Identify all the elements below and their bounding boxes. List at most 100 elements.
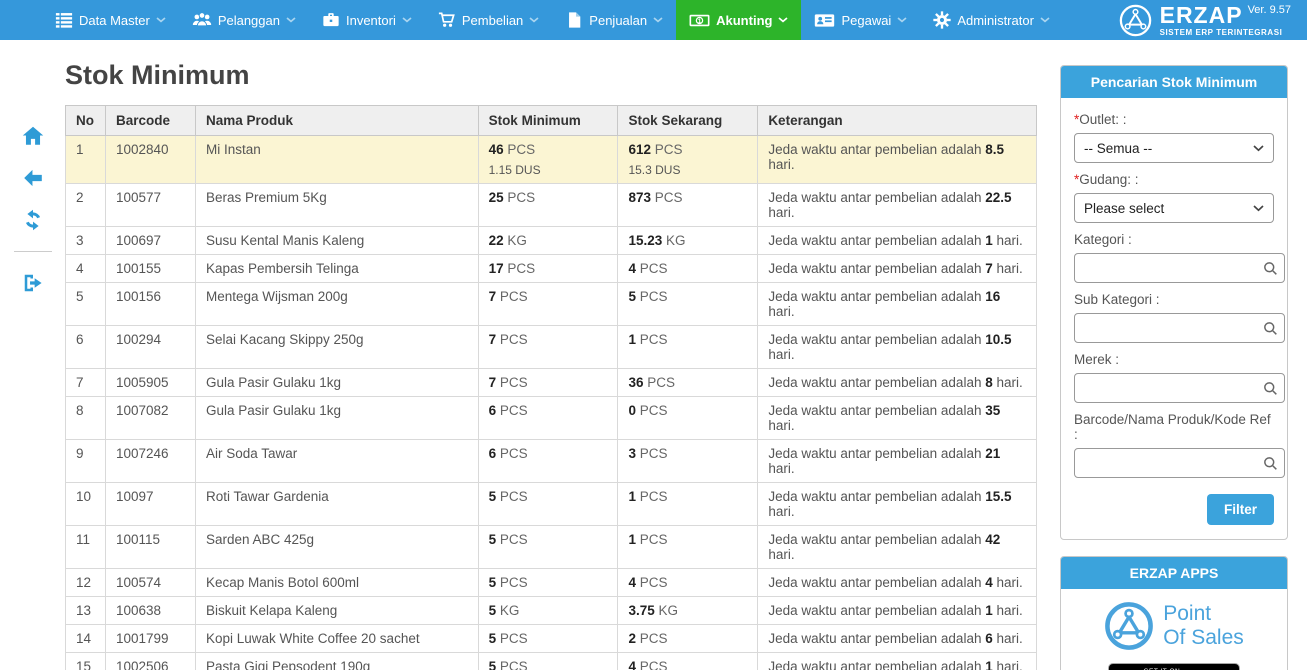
apps-panel-title: ERZAP APPS (1061, 557, 1287, 589)
search-panel: Pencarian Stok Minimum *Outlet: : -- Sem… (1060, 65, 1288, 540)
table-row[interactable]: 13 100638 Biskuit Kelapa Kaleng 5 KG 3.7… (66, 597, 1037, 625)
table-header-row: No Barcode Nama Produk Stok Minimum Stok… (66, 106, 1037, 136)
table-row[interactable]: 1 1002840 Mi Instan 46 PCS 1.15 DUS 612 … (66, 136, 1037, 184)
cell-no: 15 (66, 653, 106, 670)
navbar-item-administrator[interactable]: Administrator (920, 0, 1063, 40)
table-row[interactable]: 8 1007082 Gula Pasir Gulaku 1kg 6 PCS 0 … (66, 397, 1037, 440)
cell-no: 11 (66, 526, 106, 569)
table-row[interactable]: 7 1005905 Gula Pasir Gulaku 1kg 7 PCS 36… (66, 369, 1037, 397)
logout-icon[interactable] (22, 272, 44, 294)
svg-text:1: 1 (698, 17, 702, 24)
navbar-item-label: Akunting (716, 13, 772, 28)
navbar-item-pelanggan[interactable]: Pelanggan (179, 0, 309, 40)
table-row[interactable]: 14 1001799 Kopi Luwak White Coffee 20 sa… (66, 625, 1037, 653)
table-row[interactable]: 6 100294 Selai Kacang Skippy 250g 7 PCS … (66, 326, 1037, 369)
navbar-item-icon (192, 11, 212, 29)
cell-product-name: Mentega Wijsman 200g (195, 283, 478, 326)
table-row[interactable]: 5 100156 Mentega Wijsman 200g 7 PCS 5 PC… (66, 283, 1037, 326)
point-of-sales-logo[interactable]: Point Of Sales (1104, 601, 1244, 651)
cell-stok-minimum: 17 PCS (478, 255, 618, 283)
navbar-item-pembelian[interactable]: Pembelian (425, 0, 552, 40)
cell-stok-sekarang: 1 PCS (618, 526, 758, 569)
users-icon (192, 11, 212, 29)
cell-product-name: Biskuit Kelapa Kaleng (195, 597, 478, 625)
cell-stok-minimum: 25 PCS (478, 184, 618, 227)
merek-input[interactable] (1083, 380, 1263, 397)
chevron-down-icon (156, 17, 166, 23)
cell-keterangan: Jeda waktu antar pembelian adalah 6 hari… (758, 625, 1037, 653)
chevron-down-icon (1253, 205, 1264, 212)
navbar-item-label: Penjualan (589, 13, 647, 28)
table-row[interactable]: 10 10097 Roti Tawar Gardenia 5 PCS 1 PCS… (66, 483, 1037, 526)
header-no: No (66, 106, 106, 136)
chevron-down-icon (897, 17, 907, 23)
back-arrow-icon[interactable] (22, 167, 44, 189)
navbar-item-icon (565, 11, 583, 29)
navbar-item-label: Pembelian (462, 13, 523, 28)
search-icon (1263, 321, 1278, 336)
cell-keterangan: Jeda waktu antar pembelian adalah 16 har… (758, 283, 1037, 326)
navbar-item-akunting[interactable]: 1 Akunting (676, 0, 801, 40)
cell-barcode: 1001799 (105, 625, 195, 653)
navbar-item-inventori[interactable]: Inventori (309, 0, 425, 40)
cell-no: 5 (66, 283, 106, 326)
navbar-item-pegawai[interactable]: Pegawai (801, 0, 920, 40)
cell-product-name: Roti Tawar Gardenia (195, 483, 478, 526)
cell-stok-sekarang: 2 PCS (618, 625, 758, 653)
table-row[interactable]: 15 1002506 Pasta Gigi Pepsodent 190g 5 P… (66, 653, 1037, 670)
cell-keterangan: Jeda waktu antar pembelian adalah 35 har… (758, 397, 1037, 440)
erzap-logo[interactable]: ERZAP Ver. 9.57 SISTEM ERP TERINTEGRASI (1119, 0, 1307, 40)
cell-product-name: Gula Pasir Gulaku 1kg (195, 397, 478, 440)
chevron-down-icon (778, 17, 788, 23)
cell-stok-minimum: 46 PCS 1.15 DUS (478, 136, 618, 184)
google-play-badge[interactable]: GET IT ON Google Play (1108, 663, 1239, 670)
filter-button[interactable]: Filter (1207, 494, 1274, 525)
cell-keterangan: Jeda waktu antar pembelian adalah 42 har… (758, 526, 1037, 569)
cell-no: 3 (66, 227, 106, 255)
chevron-down-icon (653, 17, 663, 23)
cell-no: 6 (66, 326, 106, 369)
table-row[interactable]: 9 1007246 Air Soda Tawar 6 PCS 3 PCS Jed… (66, 440, 1037, 483)
cell-stok-sekarang: 4 PCS (618, 569, 758, 597)
cell-stok-minimum: 22 KG (478, 227, 618, 255)
cell-keterangan: Jeda waktu antar pembelian adalah 1 hari… (758, 597, 1037, 625)
stok-minimum-table: No Barcode Nama Produk Stok Minimum Stok… (65, 105, 1037, 670)
cell-no: 10 (66, 483, 106, 526)
navbar-item-data-master[interactable]: Data Master (42, 0, 179, 40)
cell-keterangan: Jeda waktu antar pembelian adalah 1 hari… (758, 227, 1037, 255)
cell-barcode: 1005905 (105, 369, 195, 397)
merek-label: Merek : (1074, 352, 1274, 367)
gudang-select[interactable]: Please select (1074, 193, 1274, 223)
page-title: Stok Minimum (65, 60, 1037, 91)
chevron-down-icon (402, 17, 412, 23)
cell-no: 9 (66, 440, 106, 483)
cart-icon (438, 11, 456, 29)
cell-stok-sekarang: 15.23 KG (618, 227, 758, 255)
search-panel-title: Pencarian Stok Minimum (1061, 66, 1287, 98)
table-row[interactable]: 11 100115 Sarden ABC 425g 5 PCS 1 PCS Je… (66, 526, 1037, 569)
brand-name: ERZAP (1160, 4, 1243, 27)
search-icon (1263, 261, 1278, 276)
left-icon-rail (0, 40, 65, 294)
sub-kategori-input[interactable] (1083, 320, 1263, 337)
cell-product-name: Air Soda Tawar (195, 440, 478, 483)
refresh-icon[interactable] (22, 209, 44, 231)
cell-stok-sekarang: 36 PCS (618, 369, 758, 397)
outlet-select[interactable]: -- Semua -- (1074, 133, 1274, 163)
table-row[interactable]: 2 100577 Beras Premium 5Kg 25 PCS 873 PC… (66, 184, 1037, 227)
table-row[interactable]: 4 100155 Kapas Pembersih Telinga 17 PCS … (66, 255, 1037, 283)
kategori-input[interactable] (1083, 260, 1263, 277)
table-row[interactable]: 12 100574 Kecap Manis Botol 600ml 5 PCS … (66, 569, 1037, 597)
cell-stok-minimum: 7 PCS (478, 283, 618, 326)
cell-barcode: 100697 (105, 227, 195, 255)
cell-barcode: 100294 (105, 326, 195, 369)
app-window: Data Master Pelanggan Inventori Pembelia… (0, 0, 1307, 670)
navbar-item-penjualan[interactable]: Penjualan (552, 0, 676, 40)
home-icon[interactable] (22, 125, 44, 147)
barcode-search-input[interactable] (1083, 455, 1263, 472)
table-row[interactable]: 3 100697 Susu Kental Manis Kaleng 22 KG … (66, 227, 1037, 255)
document-icon (565, 11, 583, 29)
cell-keterangan: Jeda waktu antar pembelian adalah 8.5 ha… (758, 136, 1037, 184)
header-barcode: Barcode (105, 106, 195, 136)
cell-product-name: Kecap Manis Botol 600ml (195, 569, 478, 597)
